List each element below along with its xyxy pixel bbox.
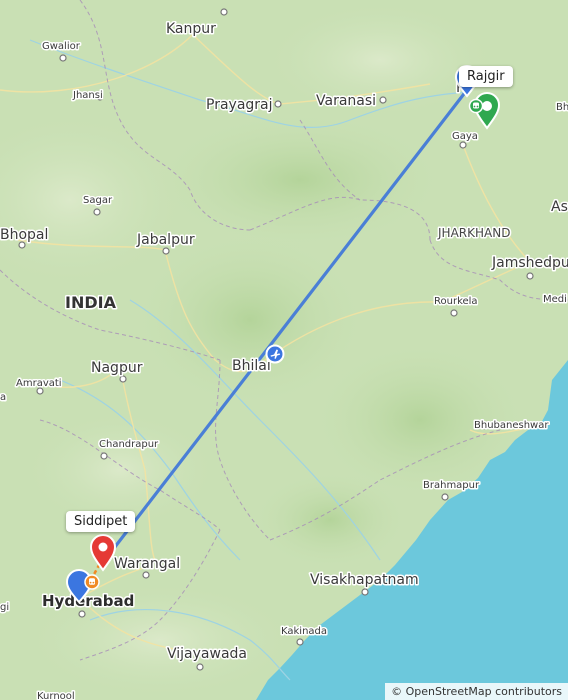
origin-callout: Rajgir bbox=[459, 66, 513, 87]
rail-station-icon[interactable] bbox=[84, 574, 100, 590]
label-prayagraj: Prayagraj bbox=[206, 97, 273, 113]
label-kurnool: Kurnool bbox=[37, 691, 75, 700]
label-as: As bbox=[551, 199, 568, 215]
label-warangal: Warangal bbox=[114, 556, 180, 572]
map-attribution[interactable]: © OpenStreetMap contributors bbox=[385, 683, 568, 700]
label-jhansi: Jhansi bbox=[72, 90, 103, 101]
label-gwalior: Gwalior bbox=[42, 41, 81, 52]
label-rourkela: Rourkela bbox=[434, 296, 478, 307]
label-brahmapur: Brahmapur bbox=[423, 480, 480, 491]
airplane-icon[interactable] bbox=[265, 344, 285, 364]
label-jharkhand: JHARKHAND bbox=[437, 226, 510, 240]
label-visakhapatnam: Visakhapatnam bbox=[310, 572, 419, 588]
label-varanasi: Varanasi bbox=[316, 93, 376, 109]
label-jamshedpur: Jamshedpur bbox=[491, 255, 568, 271]
label-bhubaneshwar: Bhubaneshwar bbox=[474, 420, 549, 431]
label-hyderabad: Hyderabad bbox=[42, 592, 134, 610]
map-canvas[interactable]: Kanpur Gwalior Jhansi Prayagraj Varanasi… bbox=[0, 0, 568, 700]
label-jabalpur: Jabalpur bbox=[136, 232, 195, 248]
label-gaya: Gaya bbox=[452, 131, 478, 142]
label-india: INDIA bbox=[65, 293, 117, 312]
label-amravati: Amravati bbox=[16, 378, 62, 389]
label-a: a bbox=[0, 392, 6, 403]
label-bhilai: Bhilai bbox=[232, 358, 271, 374]
label-sagar: Sagar bbox=[83, 195, 113, 206]
label-bh: Bh bbox=[556, 102, 568, 113]
label-medi: Medi bbox=[543, 294, 567, 305]
destination-callout: Siddipet bbox=[66, 511, 136, 532]
label-kanpur: Kanpur bbox=[166, 21, 216, 37]
label-gi: gi bbox=[0, 602, 9, 613]
origin-rail-icon[interactable] bbox=[468, 98, 484, 114]
label-chandrapur: Chandrapur bbox=[99, 439, 159, 450]
label-bhopal: Bhopal bbox=[0, 227, 48, 243]
label-vijayawada: Vijayawada bbox=[167, 646, 247, 662]
label-kakinada: Kakinada bbox=[281, 626, 327, 637]
label-nagpur: Nagpur bbox=[91, 360, 143, 376]
